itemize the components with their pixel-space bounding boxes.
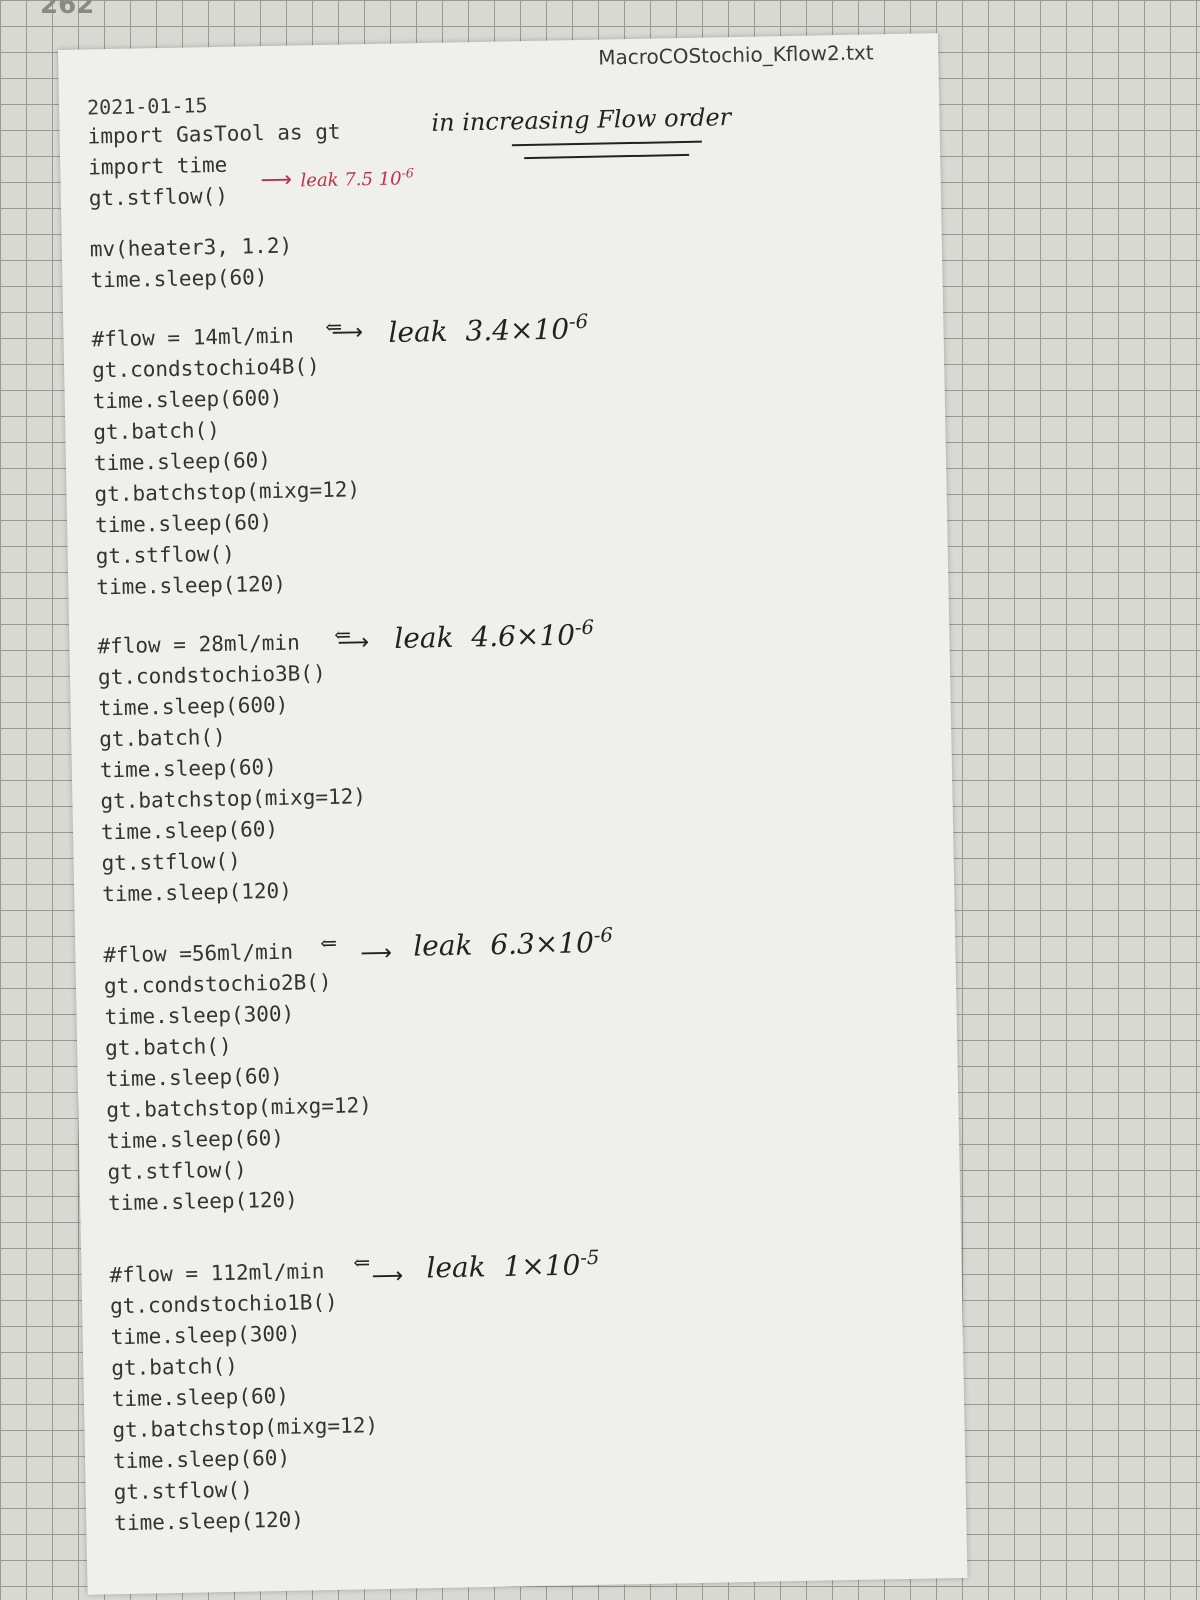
flow-block-28: #flow = 28ml/min gt.condstochio3B() time…	[97, 626, 368, 910]
code-line: gt.batchstop(mixg=12)	[100, 784, 367, 814]
code-line: gt.stflow()	[95, 541, 236, 569]
leak-word: leak	[412, 928, 473, 963]
code-line: time.sleep(60)	[106, 1125, 285, 1154]
code-line: gt.stflow()	[88, 183, 229, 211]
code-line: gt.condstochio3B()	[97, 660, 326, 690]
flow-block-112: #flow = 112ml/min gt.condstochio1B() tim…	[109, 1255, 380, 1539]
code-line: time.sleep(60)	[93, 447, 272, 476]
code-line: time.sleep(600)	[98, 692, 289, 721]
leak-times: ×	[534, 926, 559, 961]
code-line: time.sleep(120)	[101, 878, 293, 907]
leak-times: ×	[520, 1249, 546, 1283]
flow-mark-icon: ⇐	[319, 930, 338, 956]
leak-exponent: -6	[574, 615, 595, 640]
code-line: gt.batchstop(mixg=12)	[106, 1093, 373, 1123]
leak-mantissa: 1	[503, 1249, 522, 1283]
code-line: time.sleep(60)	[99, 754, 278, 783]
leak-word: leak	[388, 314, 448, 350]
note-underline	[524, 153, 690, 160]
leak-times: ×	[515, 619, 540, 653]
handwritten-note-order: in increasing Flow order	[431, 103, 732, 137]
code-line: time.sleep(60)	[90, 265, 268, 293]
code-line: gt.condstochio2B()	[103, 969, 332, 999]
code-line: time.sleep(600)	[92, 385, 283, 414]
flow-mark-icon: ⇐	[325, 314, 343, 339]
code-line: time.sleep(300)	[110, 1321, 301, 1350]
arrow-icon: ⟶	[260, 167, 293, 194]
leak-mantissa: 4.6	[471, 619, 517, 654]
leak-word: leak	[426, 1250, 486, 1285]
code-line: import GasTool as gt	[87, 119, 341, 149]
leak-note-14: leak 3.4×10-6	[388, 310, 588, 349]
code-line: time.sleep(120)	[96, 571, 287, 600]
leak-exponent: -6	[401, 165, 414, 181]
leak-times: ×	[509, 313, 534, 347]
code-line: gt.batch()	[111, 1353, 238, 1381]
code-line: gt.stflow()	[107, 1157, 247, 1185]
code-line: time.sleep(60)	[100, 816, 279, 845]
leak-note-112: leak 1×10-5	[426, 1246, 600, 1285]
flow-mark-icon: ⇐	[353, 1250, 371, 1275]
leak-exponent: -6	[593, 923, 614, 947]
leak-base: 10	[557, 926, 595, 960]
leak-base: 10	[533, 312, 570, 347]
leak-base: 10	[378, 168, 402, 190]
code-line: gt.condstochio4B()	[91, 354, 320, 383]
code-line: time.sleep(60)	[94, 509, 273, 538]
leak-exponent: -6	[568, 309, 589, 334]
code-line: time.sleep(60)	[111, 1383, 290, 1412]
code-line: time.sleep(60)	[105, 1063, 283, 1092]
flow-comment: #flow = 28ml/min	[97, 630, 300, 659]
printed-sheet: MacroCOStochio_Kflow2.txt 2021-01-15 imp…	[58, 33, 968, 1595]
leak-mantissa: 6.3	[489, 927, 536, 962]
leak-exponent: -5	[579, 1245, 600, 1270]
leak-mantissa: 3.4	[465, 313, 511, 348]
flow-mark-icon: ⇐	[334, 622, 352, 647]
notebook-page-number: 262	[40, 0, 95, 20]
leak-note-28: leak 4.6×10-6	[394, 616, 594, 655]
code-line: gt.batchstop(mixg=12)	[94, 477, 361, 507]
code-line: time.sleep(300)	[104, 1001, 295, 1030]
code-line: mv(heater3, 1.2)	[89, 233, 293, 262]
leak-base: 10	[539, 618, 576, 653]
code-line: time.sleep(120)	[107, 1187, 299, 1216]
flow-block-56: #flow =56ml/min gt.condstochio2B() time.…	[103, 935, 374, 1219]
flow-block-14: #flow = 14ml/min gt.condstochio4B() time…	[91, 319, 362, 603]
code-line: gt.batch()	[104, 1033, 232, 1061]
leak-word: leak	[394, 620, 454, 655]
import-code: import GasTool as gt import time gt.stfl…	[87, 117, 342, 215]
flow-comment: #flow = 14ml/min	[91, 323, 295, 352]
code-line: import time	[88, 152, 228, 180]
code-line: gt.batch()	[99, 724, 226, 752]
arrow-icon: ⟶	[360, 940, 393, 967]
heater-code: mv(heater3, 1.2) time.sleep(60)	[90, 231, 293, 297]
leak-mantissa: 7.5	[344, 168, 374, 191]
code-line: gt.batchstop(mixg=12)	[112, 1413, 379, 1443]
leak-word: leak	[300, 169, 339, 192]
leak-base: 10	[544, 1248, 581, 1283]
code-line: gt.condstochio1B()	[109, 1289, 338, 1319]
arrow-icon: ⟶	[371, 1263, 404, 1290]
code-line: time.sleep(120)	[114, 1507, 305, 1536]
note-underline	[511, 140, 702, 147]
code-line: gt.stflow()	[113, 1477, 253, 1505]
code-line: gt.stflow()	[101, 848, 241, 876]
leak-initial-note: leak 7.5 10-6	[300, 165, 414, 191]
leak-note-56: leak 6.3×10-6	[413, 924, 613, 963]
flow-comment: #flow = 112ml/min	[109, 1259, 325, 1288]
file-name: MacroCOStochio_Kflow2.txt	[598, 40, 874, 70]
flow-comment: #flow =56ml/min	[103, 939, 294, 968]
code-line: time.sleep(60)	[112, 1445, 291, 1474]
code-line: gt.batch()	[93, 417, 220, 445]
date-line: 2021-01-15	[86, 93, 208, 120]
